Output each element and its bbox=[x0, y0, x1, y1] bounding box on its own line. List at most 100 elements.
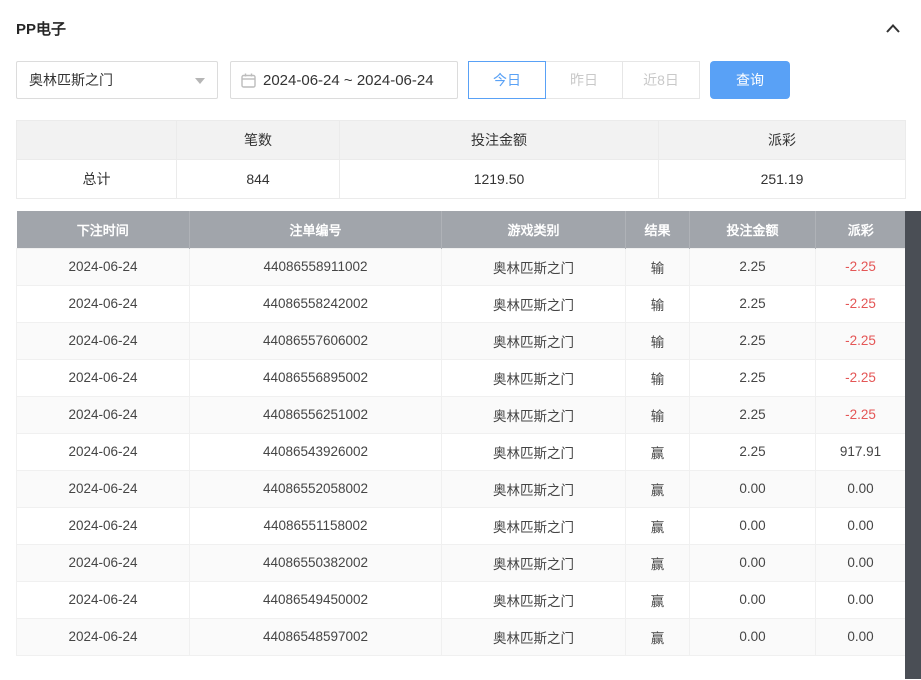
cell-game: 奥林匹斯之门 bbox=[442, 322, 626, 359]
cell-bet: 0.00 bbox=[690, 470, 816, 507]
cell-bet: 0.00 bbox=[690, 581, 816, 618]
cell-order-no: 44086556251002 bbox=[190, 396, 442, 433]
cell-game: 奥林匹斯之门 bbox=[442, 618, 626, 655]
quick-button-last8days[interactable]: 近8日 bbox=[622, 61, 700, 99]
panel-header: PP电子 bbox=[16, 16, 905, 40]
chevron-up-icon bbox=[886, 21, 900, 36]
table-row: 2024-06-2444086556895002奥林匹斯之门输2.25-2.25 bbox=[17, 359, 906, 396]
bet-table-body: 2024-06-2444086558911002奥林匹斯之门输2.25-2.25… bbox=[17, 248, 906, 655]
cell-time: 2024-06-24 bbox=[17, 618, 190, 655]
summary-table: 笔数 投注金额 派彩 总计 844 1219.50 251.19 bbox=[16, 120, 906, 199]
summary-total-bet-amount: 1219.50 bbox=[340, 160, 659, 199]
cell-bet: 2.25 bbox=[690, 396, 816, 433]
cell-result: 赢 bbox=[626, 470, 690, 507]
collapse-button[interactable] bbox=[881, 16, 905, 40]
panel-title: PP电子 bbox=[16, 18, 66, 39]
summary-total-count: 844 bbox=[177, 160, 340, 199]
cell-result: 赢 bbox=[626, 433, 690, 470]
cell-result: 赢 bbox=[626, 581, 690, 618]
cell-game: 奥林匹斯之门 bbox=[442, 359, 626, 396]
cell-game: 奥林匹斯之门 bbox=[442, 396, 626, 433]
cell-order-no: 44086556895002 bbox=[190, 359, 442, 396]
cell-order-no: 44086551158002 bbox=[190, 507, 442, 544]
table-row: 2024-06-2444086548597002奥林匹斯之门赢0.000.00 bbox=[17, 618, 906, 655]
date-range-value: 2024-06-24 ~ 2024-06-24 bbox=[263, 72, 434, 89]
cell-payout: 917.91 bbox=[816, 433, 906, 470]
cell-time: 2024-06-24 bbox=[17, 433, 190, 470]
cell-payout: -2.25 bbox=[816, 359, 906, 396]
chevron-down-icon bbox=[195, 78, 205, 84]
cell-result: 输 bbox=[626, 285, 690, 322]
cell-time: 2024-06-24 bbox=[17, 507, 190, 544]
cell-bet: 2.25 bbox=[690, 285, 816, 322]
cell-payout: 0.00 bbox=[816, 544, 906, 581]
table-row: 2024-06-2444086558242002奥林匹斯之门输2.25-2.25 bbox=[17, 285, 906, 322]
game-select[interactable]: 奥林匹斯之门 bbox=[16, 61, 218, 99]
search-button[interactable]: 查询 bbox=[710, 61, 790, 99]
cell-time: 2024-06-24 bbox=[17, 581, 190, 618]
summary-header-bet-amount: 投注金额 bbox=[340, 121, 659, 160]
cell-payout: 0.00 bbox=[816, 507, 906, 544]
table-row: 2024-06-2444086557606002奥林匹斯之门输2.25-2.25 bbox=[17, 322, 906, 359]
calendar-icon bbox=[241, 73, 256, 88]
summary-header-blank bbox=[17, 121, 177, 160]
date-range-picker[interactable]: 2024-06-24 ~ 2024-06-24 bbox=[230, 61, 458, 99]
vertical-scrollbar[interactable] bbox=[905, 211, 921, 679]
cell-game: 奥林匹斯之门 bbox=[442, 581, 626, 618]
cell-time: 2024-06-24 bbox=[17, 470, 190, 507]
cell-payout: -2.25 bbox=[816, 285, 906, 322]
cell-order-no: 44086552058002 bbox=[190, 470, 442, 507]
header-payout: 派彩 bbox=[816, 211, 906, 248]
cell-time: 2024-06-24 bbox=[17, 322, 190, 359]
bet-table: 下注时间 注单编号 游戏类别 结果 投注金额 派彩 2024-06-244408… bbox=[16, 211, 906, 656]
table-row: 2024-06-2444086550382002奥林匹斯之门赢0.000.00 bbox=[17, 544, 906, 581]
cell-order-no: 44086549450002 bbox=[190, 581, 442, 618]
cell-game: 奥林匹斯之门 bbox=[442, 248, 626, 285]
cell-bet: 0.00 bbox=[690, 507, 816, 544]
table-row: 2024-06-2444086558911002奥林匹斯之门输2.25-2.25 bbox=[17, 248, 906, 285]
cell-game: 奥林匹斯之门 bbox=[442, 544, 626, 581]
cell-order-no: 44086558911002 bbox=[190, 248, 442, 285]
bet-table-area: 下注时间 注单编号 游戏类别 结果 投注金额 派彩 2024-06-244408… bbox=[16, 211, 921, 679]
cell-payout: 0.00 bbox=[816, 618, 906, 655]
header-result: 结果 bbox=[626, 211, 690, 248]
header-bet-time: 下注时间 bbox=[17, 211, 190, 248]
summary-header-count: 笔数 bbox=[177, 121, 340, 160]
cell-game: 奥林匹斯之门 bbox=[442, 285, 626, 322]
cell-payout: 0.00 bbox=[816, 470, 906, 507]
filter-bar: 奥林匹斯之门 2024-06-24 ~ 2024-06-24 今日 昨日 近8日… bbox=[16, 61, 921, 99]
quick-button-today[interactable]: 今日 bbox=[468, 61, 546, 99]
pp-electronic-panel: PP电子 奥林匹斯之门 2024-06-24 ~ 2024-06-24 bbox=[0, 0, 921, 680]
header-order-no: 注单编号 bbox=[190, 211, 442, 248]
cell-order-no: 44086557606002 bbox=[190, 322, 442, 359]
cell-time: 2024-06-24 bbox=[17, 396, 190, 433]
summary-total-label: 总计 bbox=[17, 160, 177, 199]
summary-header-payout: 派彩 bbox=[659, 121, 906, 160]
cell-result: 赢 bbox=[626, 544, 690, 581]
cell-payout: -2.25 bbox=[816, 322, 906, 359]
cell-result: 输 bbox=[626, 359, 690, 396]
cell-game: 奥林匹斯之门 bbox=[442, 507, 626, 544]
cell-bet: 0.00 bbox=[690, 618, 816, 655]
cell-result: 输 bbox=[626, 322, 690, 359]
summary-header-row: 笔数 投注金额 派彩 bbox=[17, 121, 906, 160]
cell-time: 2024-06-24 bbox=[17, 285, 190, 322]
cell-order-no: 44086543926002 bbox=[190, 433, 442, 470]
cell-payout: -2.25 bbox=[816, 396, 906, 433]
table-row: 2024-06-2444086551158002奥林匹斯之门赢0.000.00 bbox=[17, 507, 906, 544]
cell-payout: 0.00 bbox=[816, 581, 906, 618]
cell-game: 奥林匹斯之门 bbox=[442, 470, 626, 507]
table-row: 2024-06-2444086556251002奥林匹斯之门输2.25-2.25 bbox=[17, 396, 906, 433]
cell-bet: 2.25 bbox=[690, 433, 816, 470]
cell-time: 2024-06-24 bbox=[17, 359, 190, 396]
cell-order-no: 44086548597002 bbox=[190, 618, 442, 655]
quick-button-yesterday[interactable]: 昨日 bbox=[545, 61, 623, 99]
cell-bet: 2.25 bbox=[690, 359, 816, 396]
cell-game: 奥林匹斯之门 bbox=[442, 433, 626, 470]
cell-result: 输 bbox=[626, 396, 690, 433]
cell-bet: 2.25 bbox=[690, 322, 816, 359]
quick-range-button-group: 今日 昨日 近8日 bbox=[468, 61, 700, 99]
bet-table-header-row: 下注时间 注单编号 游戏类别 结果 投注金额 派彩 bbox=[17, 211, 906, 248]
cell-payout: -2.25 bbox=[816, 248, 906, 285]
summary-total-row: 总计 844 1219.50 251.19 bbox=[17, 160, 906, 199]
